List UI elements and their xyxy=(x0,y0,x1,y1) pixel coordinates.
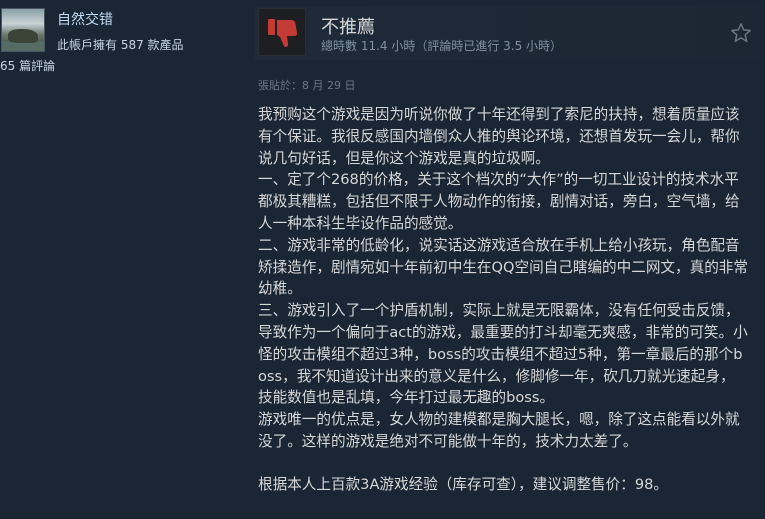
award-icon[interactable] xyxy=(730,22,752,44)
review-paragraph: 游戏唯一的优点是，女人物的建模都是胸大腿长，嗯，除了这点能看以外就没了。这样的游… xyxy=(258,411,740,450)
avatar[interactable] xyxy=(1,8,45,52)
hours-played: 總時數 11.4 小時（評論時已進行 3.5 小時） xyxy=(321,39,563,53)
review-paragraph: 一、定了个268的价格，关于这个档次的“大作”的一切工业设计的技术水平都极其糟糕… xyxy=(258,171,740,232)
verdict-badge xyxy=(258,8,306,56)
avatar-rock xyxy=(8,29,38,43)
review-paragraph: 根据本人上百款3A游戏经验（库存可查），建议调整售价：98。 xyxy=(258,475,668,493)
review-paragraph: 二、游戏非常的低龄化，说实话这游戏适合放在手机上给小孩玩，角色配音矫揉造作，剧情… xyxy=(258,236,748,298)
verdict-title[interactable]: 不推薦 xyxy=(321,13,375,39)
thumbs-down-icon xyxy=(268,19,298,47)
review-body: 我预购这个游戏是因为听说你做了十年还得到了索尼的扶持，想着质量应该有个保证。我很… xyxy=(258,104,748,496)
review-paragraph: 三、游戏引入了一个护盾机制，实际上就是无限霸体，没有任何受击反馈，导致作为一个偏… xyxy=(258,302,748,407)
review-page: 自然交错 此帳戶擁有 587 款產品 65 篇評論 不推薦 總時數 11.4 小… xyxy=(0,0,765,519)
posted-date: 張貼於：8 月 29 日 xyxy=(258,79,356,92)
author-panel: 自然交错 此帳戶擁有 587 款產品 65 篇評論 xyxy=(0,0,240,519)
author-products[interactable]: 此帳戶擁有 587 款產品 xyxy=(57,36,184,53)
author-reviews[interactable]: 65 篇評論 xyxy=(0,57,55,74)
review-paragraph: 我预购这个游戏是因为听说你做了十年还得到了索尼的扶持，想着质量应该有个保证。我很… xyxy=(258,106,740,167)
author-name[interactable]: 自然交错 xyxy=(57,9,113,29)
review-header[interactable]: 不推薦 總時數 11.4 小時（評論時已進行 3.5 小時） xyxy=(255,6,760,60)
